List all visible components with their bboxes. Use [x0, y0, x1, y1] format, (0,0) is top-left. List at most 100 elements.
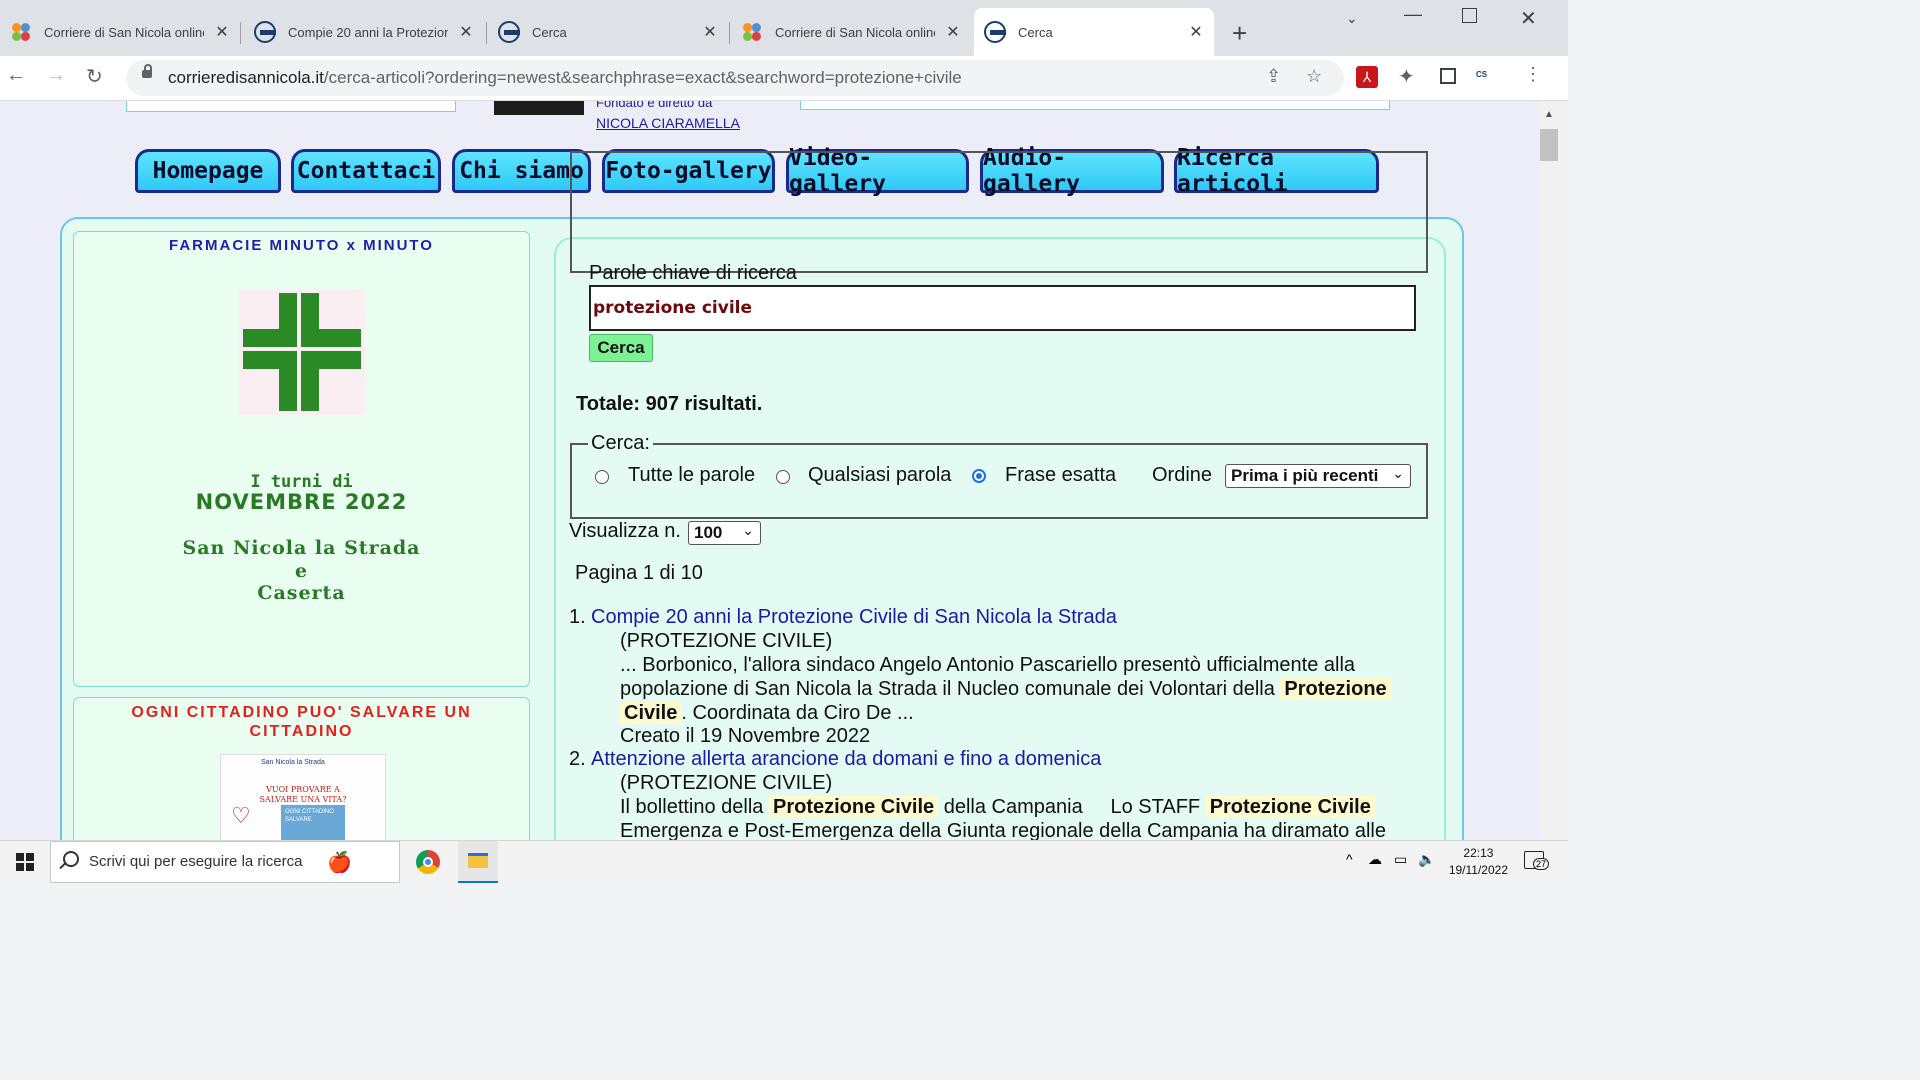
side-panel-icon[interactable]	[1440, 68, 1456, 84]
clock-date: 19/11/2022	[1448, 863, 1508, 877]
lock-icon[interactable]	[142, 64, 152, 78]
label-exact-phrase[interactable]: Frase esatta	[1005, 464, 1116, 487]
close-icon[interactable]: ✕	[1186, 22, 1206, 42]
radio-any-word[interactable]	[776, 470, 790, 484]
search-highlight-illustration-icon: 🍎	[327, 852, 352, 874]
back-icon[interactable]: ←	[6, 64, 26, 87]
result-snippet: Il bollettino della Protezione Civile de…	[620, 796, 1375, 819]
total-results: Totale: 907 risultati.	[576, 393, 763, 415]
snippet-text: popolazione di San Nicola la Strada il N…	[620, 678, 1275, 700]
tab-title: Cerca	[1018, 24, 1053, 40]
windows-taskbar: Scrivi qui per eseguire la ricerca 🍎 ^ ☁…	[0, 840, 1568, 883]
keywords-input[interactable]	[589, 285, 1416, 331]
radio-exact-phrase[interactable]	[972, 469, 986, 483]
browser-tab[interactable]: Compie 20 anni la Protezione ✕	[244, 8, 482, 56]
scrollbar-thumb[interactable]	[1540, 129, 1558, 161]
keywords-label: Parole chiave di ricerca	[589, 262, 797, 284]
tab-search-icon[interactable]: ⌄	[1346, 10, 1358, 27]
forward-icon[interactable]: →	[46, 64, 66, 87]
minimize-icon[interactable]: —	[1404, 4, 1422, 25]
menu-kebab-icon[interactable]: ⋮	[1524, 64, 1546, 86]
browser-tab[interactable]: Corriere di San Nicola online ✕	[731, 8, 969, 56]
extensions-puzzle-icon[interactable]: ✦	[1398, 64, 1420, 88]
url-text[interactable]: corrieredisannicola.it/cerca-articoli?or…	[168, 68, 962, 88]
result-category: (PROTEZIONE CIVILE)	[620, 630, 833, 652]
notification-count: 27	[1533, 858, 1550, 870]
vertical-scrollbar[interactable]: ▲	[1540, 101, 1568, 840]
tab-title: Cerca	[532, 24, 567, 40]
search-highlight: Civile	[620, 702, 682, 724]
pdf-extension-icon[interactable]: ⅄	[1356, 66, 1378, 88]
network-icon[interactable]: ▭	[1394, 851, 1407, 868]
tab-title: Corriere di San Nicola online	[775, 24, 935, 40]
snippet-text: . Coordinata da Ciro De ...	[681, 702, 914, 724]
taskbar-search-box[interactable]: Scrivi qui per eseguire la ricerca 🍎	[50, 841, 400, 883]
result-created-date: Creato il 19 Novembre 2022	[620, 725, 871, 747]
search-highlight: Protezione Civile	[1205, 796, 1375, 818]
search-area: Parole chiave di ricerca Cerca Totale: 9…	[0, 101, 1540, 840]
search-options-legend: Cerca:	[588, 432, 653, 455]
display-count-select[interactable]: 100 ⌄	[688, 521, 761, 545]
notification-center-icon[interactable]: 27	[1524, 851, 1550, 870]
page-info: Pagina 1 di 10	[575, 562, 703, 584]
order-label: Ordine	[1152, 464, 1213, 486]
address-bar[interactable]: corrieredisannicola.it/cerca-articoli?or…	[126, 60, 1344, 96]
bookmark-star-icon[interactable]: ☆	[1306, 66, 1322, 87]
maximize-icon[interactable]	[1462, 8, 1477, 23]
tab-separator	[486, 22, 487, 44]
label-all-words[interactable]: Tutte le parole	[628, 464, 755, 487]
result-snippet: Emergenza e Post-Emergenza della Giunta …	[620, 820, 1386, 840]
order-select[interactable]: Prima i più recenti ⌄	[1225, 464, 1411, 488]
tab-title: Compie 20 anni la Protezione	[288, 24, 448, 40]
new-tab-icon[interactable]: +	[1232, 18, 1247, 49]
tab-separator	[240, 22, 241, 44]
tab-title: Corriere di San Nicola online	[44, 24, 204, 40]
close-icon[interactable]: ✕	[456, 22, 476, 42]
clock-time: 22:13	[1463, 846, 1494, 860]
result-category: (PROTEZIONE CIVILE)	[620, 772, 833, 794]
close-icon[interactable]: ✕	[943, 22, 963, 42]
joomla-icon	[10, 21, 32, 43]
corriere-logo-icon	[498, 21, 520, 43]
file-explorer-taskbar-button[interactable]	[458, 841, 498, 883]
result-snippet: popolazione di San Nicola la Strada il N…	[620, 678, 1391, 701]
search-icon	[63, 851, 79, 867]
result-number: 1.	[569, 606, 586, 628]
snippet-text: Il bollettino della	[620, 796, 764, 818]
display-count-value: 100	[694, 523, 723, 542]
close-icon[interactable]: ✕	[212, 22, 232, 42]
browser-tab-active[interactable]: Cerca ✕	[974, 8, 1214, 56]
search-button[interactable]: Cerca	[589, 334, 653, 362]
tab-separator	[729, 22, 730, 44]
corriere-logo-icon	[254, 21, 276, 43]
radio-all-words[interactable]	[595, 470, 609, 484]
onedrive-icon[interactable]: ☁	[1368, 851, 1382, 868]
volume-icon[interactable]: 🔈	[1418, 851, 1435, 868]
folder-icon	[468, 853, 488, 868]
search-highlight: Protezione Civile	[769, 796, 939, 818]
profile-avatar[interactable]: CS	[1476, 70, 1502, 82]
chevron-down-icon: ⌄	[742, 522, 754, 538]
label-any-word[interactable]: Qualsiasi parola	[808, 464, 951, 487]
close-window-icon[interactable]: ✕	[1520, 6, 1537, 31]
result-title-link[interactable]: Compie 20 anni la Protezione Civile di S…	[591, 606, 1117, 629]
close-icon[interactable]: ✕	[700, 22, 720, 42]
scroll-up-icon[interactable]: ▲	[1544, 109, 1554, 120]
windows-start-icon[interactable]	[16, 853, 34, 871]
result-snippet: Civile. Coordinata da Ciro De ...	[620, 702, 914, 725]
corriere-logo-icon	[984, 21, 1006, 43]
result-number: 2.	[569, 748, 586, 770]
browser-tab[interactable]: Corriere di San Nicola online ✕	[0, 8, 238, 56]
result-title-link[interactable]: Attenzione allerta arancione da domani e…	[591, 748, 1101, 771]
system-clock[interactable]: 22:13 19/11/2022	[1449, 845, 1508, 879]
joomla-icon	[741, 21, 763, 43]
browser-tab[interactable]: Cerca ✕	[488, 8, 726, 56]
share-icon[interactable]: ⇪	[1266, 66, 1281, 87]
search-highlight: Protezione	[1280, 678, 1391, 700]
tray-chevron-up-icon[interactable]: ^	[1346, 851, 1353, 867]
chevron-down-icon: ⌄	[1392, 465, 1404, 481]
chrome-taskbar-icon[interactable]	[416, 850, 440, 874]
reload-icon[interactable]: ↻	[86, 64, 103, 89]
result-snippet: ... Borbonico, l'allora sindaco Angelo A…	[620, 654, 1356, 676]
display-count-label: Visualizza n.	[569, 520, 681, 542]
